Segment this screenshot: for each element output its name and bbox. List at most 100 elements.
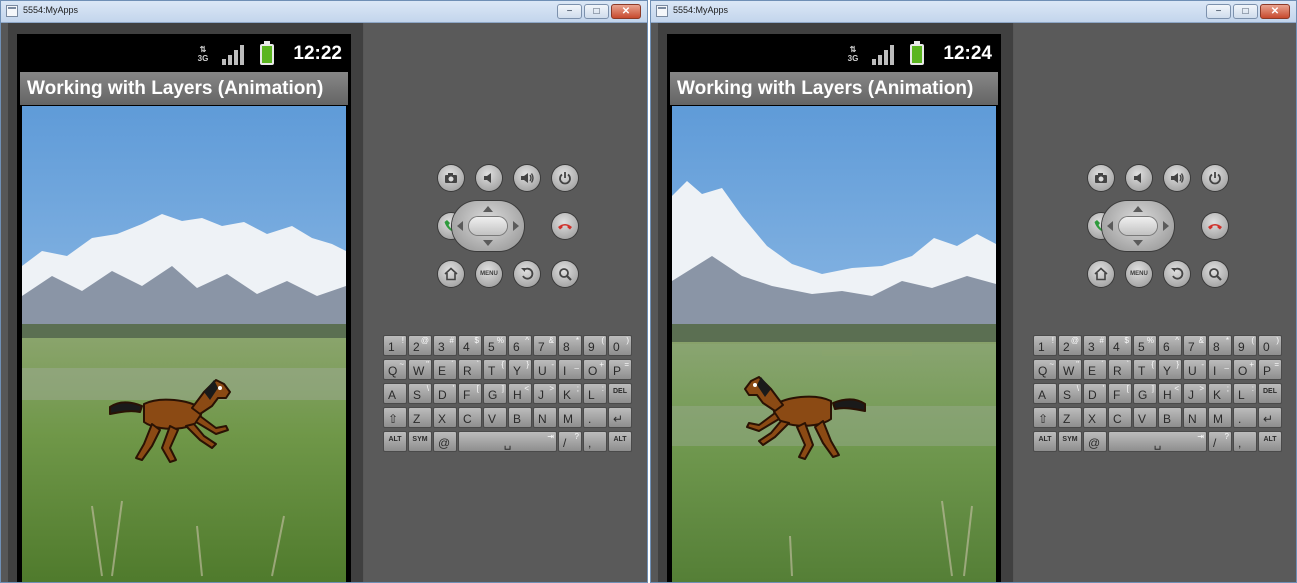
volume-up-icon[interactable] — [514, 165, 540, 191]
key-1-0[interactable]: Q ~ — [1033, 359, 1057, 380]
key-2-4[interactable]: G] — [483, 383, 507, 404]
key-4-1[interactable]: SYM — [408, 431, 432, 452]
key-1-2[interactable]: E ´ — [1083, 359, 1107, 380]
volume-down-icon[interactable] — [1126, 165, 1152, 191]
key-3-0[interactable]: ⇧ — [1033, 407, 1057, 428]
key-1-0[interactable]: Q ~ — [383, 359, 407, 380]
key-3-3[interactable]: C — [458, 407, 482, 428]
volume-down-icon[interactable] — [476, 165, 502, 191]
close-button[interactable]: ✕ — [611, 4, 641, 19]
key-1-6[interactable]: U- — [533, 359, 557, 380]
key-1-5[interactable]: Y} — [1158, 359, 1182, 380]
key-2-6[interactable]: J > — [1183, 383, 1207, 404]
key-3-7[interactable]: M — [1208, 407, 1232, 428]
key-1-4[interactable]: T{ — [483, 359, 507, 380]
key-3-5[interactable]: B — [508, 407, 532, 428]
maximize-button[interactable]: □ — [1233, 4, 1258, 19]
key-0-8[interactable]: 9( — [1233, 335, 1257, 356]
key-0-0[interactable]: 1! — [383, 335, 407, 356]
key-4-6[interactable]: ALT — [608, 431, 632, 452]
dpad-right-icon[interactable] — [1163, 221, 1169, 231]
key-1-3[interactable]: R ` — [1108, 359, 1132, 380]
key-0-2[interactable]: 3 # — [433, 335, 457, 356]
key-0-2[interactable]: 3 # — [1083, 335, 1107, 356]
home-icon[interactable] — [1088, 261, 1114, 287]
key-3-6[interactable]: N — [533, 407, 557, 428]
power-icon[interactable] — [1202, 165, 1228, 191]
camera-icon[interactable] — [438, 165, 464, 191]
key-2-8[interactable]: L: — [1233, 383, 1257, 404]
key-0-7[interactable]: 8 * — [558, 335, 582, 356]
window-titlebar[interactable]: 5554:MyApps − □ ✕ — [1, 1, 647, 23]
key-1-9[interactable]: P = — [1258, 359, 1282, 380]
dpad[interactable] — [452, 201, 524, 251]
key-0-0[interactable]: 1! — [1033, 335, 1057, 356]
close-button[interactable]: ✕ — [1260, 4, 1290, 19]
back-icon[interactable] — [514, 261, 540, 287]
key-2-3[interactable]: F[ — [458, 383, 482, 404]
device-screen[interactable]: ⇅ 3G 12:22 Working with Layers (Animation… — [17, 34, 351, 582]
key-1-8[interactable]: O + — [583, 359, 607, 380]
key-3-9[interactable]: ↵ — [608, 407, 632, 428]
key-2-2[interactable]: D ' — [1083, 383, 1107, 404]
dpad[interactable] — [1102, 201, 1174, 251]
key-4-2[interactable]: @ — [433, 431, 457, 452]
menu-icon[interactable]: MENU — [476, 261, 502, 287]
key-3-4[interactable]: V — [1133, 407, 1157, 428]
key-4-6[interactable]: ALT — [1258, 431, 1282, 452]
key-3-4[interactable]: V — [483, 407, 507, 428]
maximize-button[interactable]: □ — [584, 4, 609, 19]
key-1-7[interactable]: I _ — [1208, 359, 1232, 380]
window-titlebar[interactable]: 5554:MyApps − □ ✕ — [651, 1, 1296, 23]
key-0-5[interactable]: 6 ^ — [1158, 335, 1182, 356]
key-0-4[interactable]: 5% — [1133, 335, 1157, 356]
key-4-5[interactable]: , — [583, 431, 607, 452]
key-3-8[interactable]: . — [583, 407, 607, 428]
dpad-down-icon[interactable] — [483, 240, 493, 246]
key-4-2[interactable]: @ — [1083, 431, 1107, 452]
home-icon[interactable] — [438, 261, 464, 287]
dpad-down-icon[interactable] — [1133, 240, 1143, 246]
key-1-1[interactable]: W " — [408, 359, 432, 380]
key-2-9[interactable]: DEL — [608, 383, 632, 404]
key-0-9[interactable]: 0) — [1258, 335, 1282, 356]
key-2-0[interactable]: A — [1033, 383, 1057, 404]
key-4-0[interactable]: ALT — [383, 431, 407, 452]
key-4-3[interactable]: ␣ ⇥ — [458, 431, 557, 452]
search-icon[interactable] — [1202, 261, 1228, 287]
end-call-icon[interactable] — [552, 213, 578, 239]
minimize-button[interactable]: − — [557, 4, 582, 19]
animation-canvas[interactable] — [672, 106, 996, 582]
key-4-0[interactable]: ALT — [1033, 431, 1057, 452]
key-0-6[interactable]: 7 & — [1183, 335, 1207, 356]
dpad-center-button[interactable] — [1119, 217, 1157, 235]
key-2-5[interactable]: H < — [1158, 383, 1182, 404]
key-0-3[interactable]: 4 $ — [458, 335, 482, 356]
key-2-1[interactable]: S \ — [408, 383, 432, 404]
key-3-5[interactable]: B — [1158, 407, 1182, 428]
key-3-8[interactable]: . — [1233, 407, 1257, 428]
key-0-1[interactable]: 2 @ — [408, 335, 432, 356]
end-call-icon[interactable] — [1202, 213, 1228, 239]
minimize-button[interactable]: − — [1206, 4, 1231, 19]
dpad-up-icon[interactable] — [1133, 206, 1143, 212]
device-screen[interactable]: ⇅ 3G 12:24 Working with Layers (Animation… — [667, 34, 1001, 582]
key-0-9[interactable]: 0) — [608, 335, 632, 356]
key-1-6[interactable]: U- — [1183, 359, 1207, 380]
key-3-0[interactable]: ⇧ — [383, 407, 407, 428]
key-1-7[interactable]: I _ — [558, 359, 582, 380]
dpad-center-button[interactable] — [469, 217, 507, 235]
dpad-right-icon[interactable] — [513, 221, 519, 231]
key-1-4[interactable]: T{ — [1133, 359, 1157, 380]
key-3-2[interactable]: X — [1083, 407, 1107, 428]
key-2-7[interactable]: K; — [1208, 383, 1232, 404]
back-icon[interactable] — [1164, 261, 1190, 287]
key-3-2[interactable]: X — [433, 407, 457, 428]
camera-icon[interactable] — [1088, 165, 1114, 191]
volume-up-icon[interactable] — [1164, 165, 1190, 191]
key-4-3[interactable]: ␣ ⇥ — [1108, 431, 1207, 452]
power-icon[interactable] — [552, 165, 578, 191]
key-0-5[interactable]: 6 ^ — [508, 335, 532, 356]
key-2-0[interactable]: A — [383, 383, 407, 404]
key-4-4[interactable]: /? — [558, 431, 582, 452]
